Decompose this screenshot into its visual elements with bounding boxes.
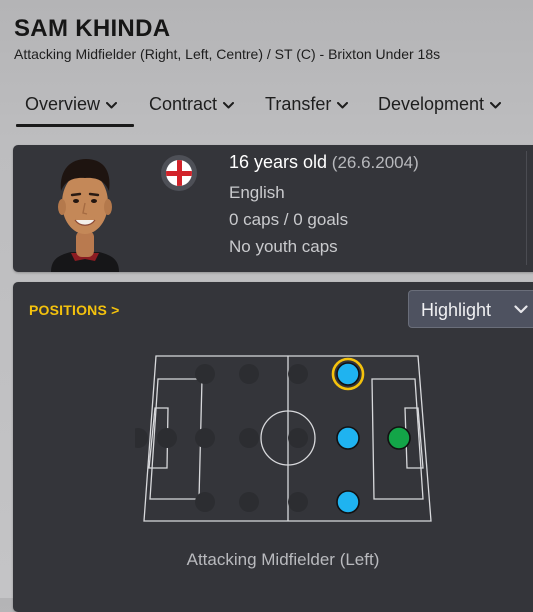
position-dot-inactive <box>239 492 259 512</box>
flag-shape <box>166 160 192 186</box>
player-name: SAM KHINDA <box>14 15 171 42</box>
player-dob: (26.6.2004) <box>331 153 419 172</box>
tab-overview[interactable]: Overview <box>25 94 118 115</box>
position-dot-inactive <box>195 428 215 448</box>
position-dot-inactive <box>239 364 259 384</box>
england-flag-icon <box>161 155 197 191</box>
position-dot-amc <box>336 426 360 450</box>
chevron-down-icon <box>223 102 235 109</box>
chevron-down-icon <box>490 102 502 109</box>
position-dot-inactive <box>135 428 148 448</box>
card-divider <box>526 151 527 265</box>
position-dot-inactive <box>157 428 177 448</box>
positions-header-label: POSITIONS <box>29 302 108 318</box>
tab-overview-label: Overview <box>25 94 101 114</box>
position-dot-st <box>387 426 411 450</box>
international-caps: 0 caps / 0 goals <box>229 210 349 229</box>
age-line: 16 years old (26.6.2004) <box>229 152 419 173</box>
active-tab-indicator <box>16 124 134 127</box>
position-dot-amr <box>336 490 360 514</box>
player-subtitle: Attacking Midfielder (Right, Left, Centr… <box>14 46 441 62</box>
position-dot-inactive <box>239 428 259 448</box>
profile-tabs: Overview Contract Transfer Development <box>0 88 533 128</box>
tab-contract[interactable]: Contract <box>149 94 235 115</box>
tab-transfer[interactable]: Transfer <box>265 94 349 115</box>
positions-card: POSITIONS > Highlight Attacking Midfield… <box>13 282 533 612</box>
bio-card: 16 years old (26.6.2004) English 0 caps … <box>13 145 533 272</box>
tab-contract-label: Contract <box>149 94 218 114</box>
position-dot-inactive <box>195 364 215 384</box>
positions-pitch <box>135 355 432 522</box>
youth-caps: No youth caps <box>229 237 338 256</box>
position-dot-aml <box>336 362 360 386</box>
selected-position-label: Attacking Midfielder (Left) <box>186 550 380 569</box>
chevron-down-icon <box>106 102 118 109</box>
position-dot-inactive <box>195 492 215 512</box>
chevron-down-icon <box>337 102 349 109</box>
highlight-dropdown-label: Highlight <box>421 300 492 320</box>
player-age: 16 years old <box>229 152 328 172</box>
chevron-right-icon: > <box>111 302 120 318</box>
tab-transfer-label: Transfer <box>265 94 332 114</box>
positions-link[interactable]: POSITIONS > <box>29 302 120 318</box>
position-dot-inactive <box>288 428 308 448</box>
position-dot-inactive <box>288 364 308 384</box>
highlight-dropdown[interactable]: Highlight <box>408 290 533 328</box>
position-dot-inactive <box>288 492 308 512</box>
player-portrait <box>51 159 119 272</box>
tab-development-label: Development <box>378 94 485 114</box>
chevron-down-icon <box>514 305 528 314</box>
tab-development[interactable]: Development <box>378 94 502 115</box>
player-nationality: English <box>229 183 285 202</box>
